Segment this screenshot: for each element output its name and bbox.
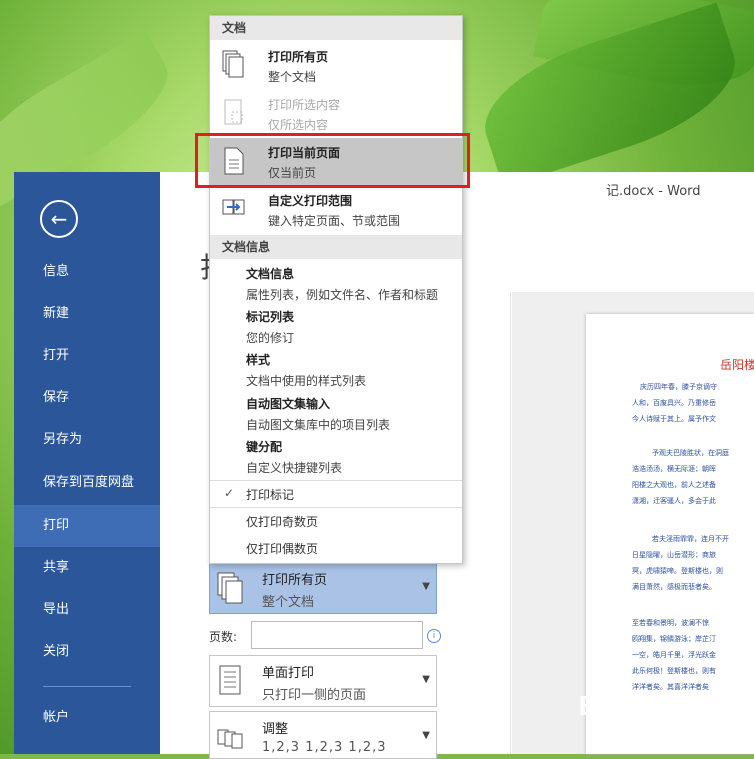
watermark-logo: Bai 经验 [578, 692, 686, 722]
custom-range-icon [222, 199, 245, 215]
doc-line: 冥，虎啸猿啼。登斯楼也，则 [632, 567, 723, 574]
nav-close[interactable]: 关闭 [14, 631, 160, 673]
menu-item-key-assignments-desc: 自定义快捷键列表 [246, 461, 343, 475]
collate-subtitle: 1,2,3 1,2,3 1,2,3 [262, 740, 387, 755]
menu-item-even-pages[interactable]: 仅打印偶数页 [246, 540, 318, 557]
nav-save-as[interactable]: 另存为 [14, 419, 160, 461]
collate-dropdown[interactable]: 调整 1,2,3 1,2,3 1,2,3 ▼ [209, 711, 437, 759]
doc-line: 至若春和景明，波澜不惊 [632, 619, 709, 626]
sides-subtitle: 只打印一侧的页面 [262, 688, 367, 703]
menu-item-print-markup[interactable]: 打印标记 [246, 486, 294, 503]
document-pages-icon [217, 572, 243, 604]
doc-title: 岳阳楼 [720, 358, 754, 372]
info-icon[interactable]: i [427, 629, 441, 643]
collate-title: 调整 [262, 722, 289, 737]
doc-line: 一空，皓月千里，浮光跃金 [632, 651, 716, 658]
menu-item-markup-list[interactable]: 标记列表 [246, 308, 294, 325]
nav-divider [43, 686, 131, 687]
menu-item-doc-info-desc: 属性列表，例如文件名、作者和标题 [246, 288, 439, 302]
doc-line: 庆历四年春，滕子京谪守 [640, 383, 717, 390]
backstage-nav: ← 信息 新建 打开 保存 另存为 保存到百度网盘 打印 共享 导出 关闭 帐户 [14, 172, 160, 754]
document-pages-icon [222, 50, 244, 78]
nav-print[interactable]: 打印 [14, 505, 160, 547]
nav-save-to-baidu[interactable]: 保存到百度网盘 [14, 462, 160, 504]
window-title: 记.docx - Word [606, 184, 701, 199]
sides-title: 单面打印 [262, 666, 315, 681]
section-header-doc-info: 文档信息 [210, 235, 462, 259]
chevron-down-icon: ▼ [422, 730, 430, 741]
doc-line: 浩浩汤汤，横无际涯；朝晖 [632, 465, 716, 472]
doc-line: 鸥翔集，锦鳞游泳；岸芷汀 [632, 635, 716, 642]
menu-item-title: 打印所有页 [268, 50, 329, 64]
pages-selector-dropdown[interactable]: 打印所有页 整个文档 ▼ [209, 562, 437, 614]
menu-item-print-selection[interactable]: 打印所选内容 仅所选内容 [210, 90, 462, 138]
menu-item-subtitle: 键入特定页面、节或范围 [268, 214, 401, 228]
menu-item-autotext-desc: 自动图文集库中的项目列表 [246, 418, 391, 432]
nav-export[interactable]: 导出 [14, 589, 160, 631]
menu-item-print-all[interactable]: 打印所有页 整个文档 [210, 42, 462, 90]
chevron-down-icon: ▼ [422, 581, 430, 592]
menu-item-key-assignments[interactable]: 键分配 [246, 438, 282, 455]
menu-item-title: 自定义打印范围 [268, 194, 353, 208]
watermark-url: jingyan.baidu.com [606, 722, 708, 735]
pages-label: 页数: [209, 630, 238, 644]
print-range-menu: 文档 打印所有页 整个文档 打印所选内容 仅所选内容 打印当前页面 仅当前页 自… [209, 15, 463, 564]
section-header-document: 文档 [210, 16, 462, 40]
doc-line: 阳楼之大观也，前人之述备 [632, 481, 716, 488]
collate-icon [217, 729, 243, 749]
pages-selector-title: 打印所有页 [262, 573, 328, 588]
doc-line: 满目萧然，感极而悲者矣。 [632, 583, 716, 590]
menu-item-subtitle: 仅所选内容 [268, 118, 329, 132]
menu-item-subtitle: 整个文档 [268, 70, 317, 84]
doc-line: 此乐何极！登斯楼也，则有 [632, 667, 716, 674]
menu-item-custom-range[interactable]: 自定义打印范围 键入特定页面、节或范围 [210, 186, 462, 234]
menu-item-doc-info[interactable]: 文档信息 [246, 265, 294, 282]
pane-divider [510, 292, 511, 754]
doc-line: 潇湘，迁客骚人，多会于此 [632, 497, 716, 504]
menu-divider [210, 480, 462, 481]
selection-page-icon [224, 99, 243, 125]
menu-item-odd-pages[interactable]: 仅打印奇数页 [246, 513, 318, 530]
nav-share[interactable]: 共享 [14, 547, 160, 589]
menu-item-title: 打印所选内容 [268, 98, 341, 112]
back-arrow-icon[interactable]: ← [40, 200, 78, 238]
nav-info[interactable]: 信息 [14, 251, 160, 293]
nav-save[interactable]: 保存 [14, 377, 160, 419]
nav-new[interactable]: 新建 [14, 293, 160, 335]
doc-line: 若夫淫雨霏霏，连月不开 [652, 535, 729, 542]
chevron-down-icon: ▼ [422, 674, 430, 685]
menu-item-markup-list-desc: 您的修订 [246, 331, 295, 345]
check-icon: ✓ [224, 486, 235, 500]
doc-line: 予观夫巴陵胜状，在洞庭 [652, 449, 729, 456]
nav-open[interactable]: 打开 [14, 335, 160, 377]
nav-account[interactable]: 帐户 [14, 697, 160, 739]
doc-line: 今人诗赋于其上。属予作文 [632, 415, 716, 422]
doc-line: 人和，百废具兴。乃重修岳 [632, 399, 716, 406]
pages-input[interactable] [251, 621, 423, 649]
sides-dropdown[interactable]: 单面打印 只打印一侧的页面 ▼ [209, 655, 437, 707]
menu-item-styles-desc: 文档中使用的样式列表 [246, 374, 367, 388]
highlight-annotation-box [195, 133, 470, 188]
single-sided-icon [219, 665, 241, 695]
pages-selector-subtitle: 整个文档 [262, 595, 315, 610]
menu-item-styles[interactable]: 样式 [246, 351, 270, 368]
menu-item-autotext[interactable]: 自动图文集输入 [246, 395, 330, 412]
menu-divider [210, 507, 462, 508]
doc-line: 日星隐曜，山岳潜形；商旅 [632, 551, 716, 558]
